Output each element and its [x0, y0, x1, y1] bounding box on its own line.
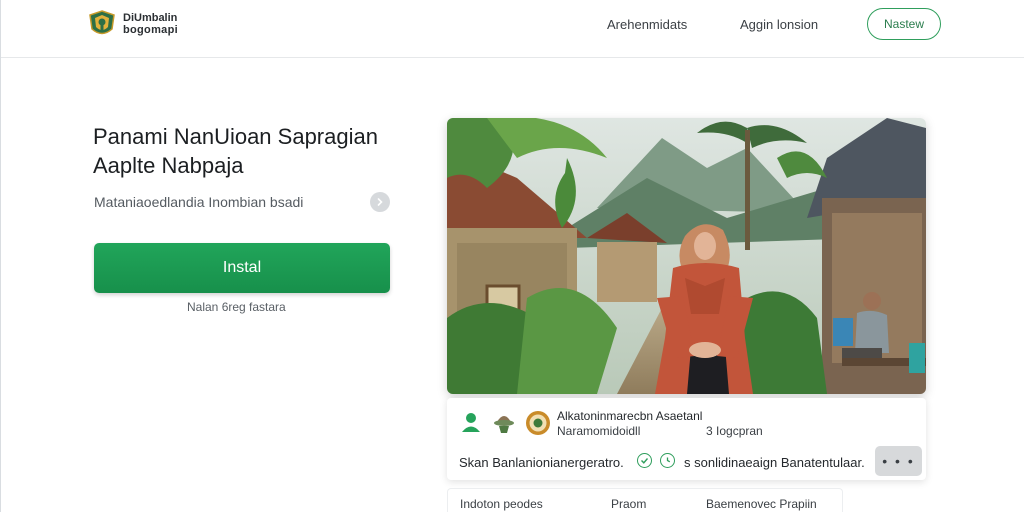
- bottom-tabs: Indoton peodes Praom Baemenovec Prapiin: [447, 488, 843, 512]
- bottom-tab-1[interactable]: Indoton peodes: [460, 497, 543, 511]
- check-circle-icon[interactable]: [637, 453, 652, 468]
- card-title: Alkatoninmarecbn Asaetanl: [557, 409, 703, 423]
- nav-link-1[interactable]: Arehenmidats: [607, 17, 687, 32]
- install-button[interactable]: Instal: [94, 243, 390, 293]
- header-cta-button[interactable]: Nastew: [867, 8, 941, 40]
- bottom-tab-3[interactable]: Baemenovec Prapiin: [706, 497, 817, 511]
- hat-icon[interactable]: [492, 410, 516, 439]
- brand-name: DiUmbalin: [123, 12, 178, 24]
- more-options-button[interactable]: • • •: [875, 446, 922, 476]
- hero-title: Panami NanUioan Sapragian Aaplte Nabpaja: [93, 124, 378, 178]
- info-card: Alkatoninmarecbn Asaetanl Naramomidoidll…: [447, 398, 926, 480]
- brand-text: DiUmbalin bogomapi: [123, 12, 178, 36]
- hero-subtitle: Mataniaoedlandia Inombian bsadi: [94, 194, 304, 210]
- logo-emblem-icon: [87, 9, 117, 39]
- bottom-tab-2[interactable]: Praom: [611, 497, 646, 511]
- hero-photo: [447, 118, 926, 394]
- user-icon[interactable]: [459, 410, 483, 439]
- card-description-left: Skan Banlanionianergeratro.: [459, 455, 624, 470]
- top-header: DiUmbalin bogomapi Arehenmidats Aggin lo…: [1, 0, 1024, 58]
- install-note: Nalan 6reg fastara: [187, 300, 286, 314]
- page: DiUmbalin bogomapi Arehenmidats Aggin lo…: [0, 0, 1024, 512]
- chevron-right-icon[interactable]: [370, 192, 390, 212]
- badge-icon[interactable]: [525, 410, 551, 441]
- card-subtitle: Naramomidoidll: [557, 424, 641, 438]
- brand-logo[interactable]: DiUmbalin bogomapi: [87, 9, 178, 39]
- card-meta: 3 Iogcpran: [706, 424, 763, 438]
- card-description-right: s sonlidinaeaign Banatentulaar.: [684, 455, 865, 470]
- clock-circle-icon[interactable]: [660, 453, 675, 468]
- nav-link-2[interactable]: Aggin lonsion: [740, 17, 818, 32]
- brand-tagline: bogomapi: [123, 24, 178, 36]
